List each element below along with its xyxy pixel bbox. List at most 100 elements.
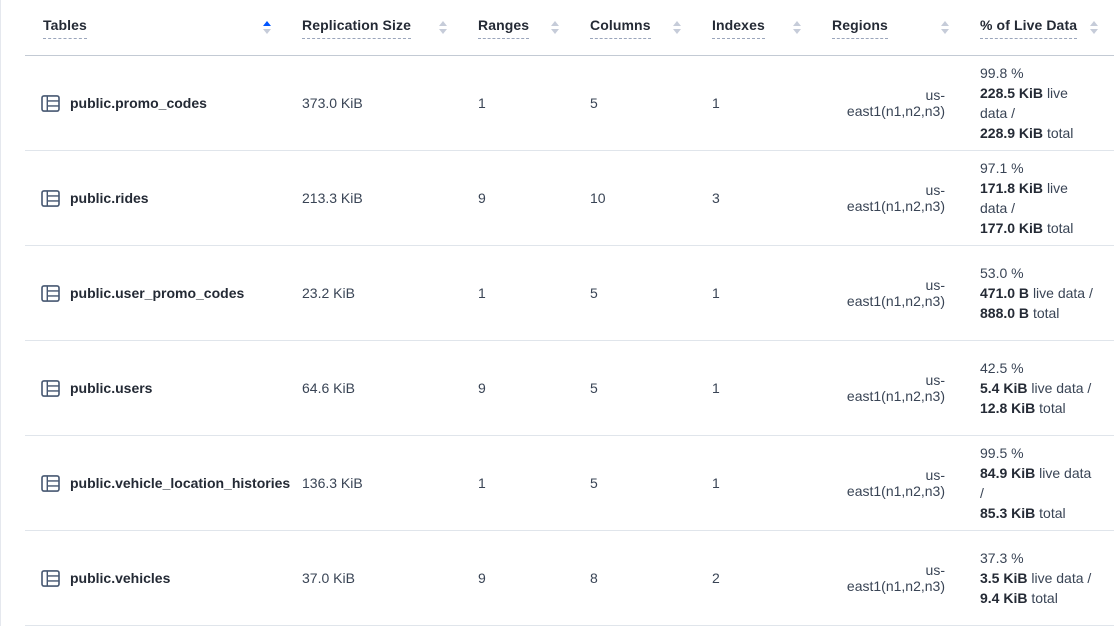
live-data-percent: 37.3 % — [980, 548, 1099, 568]
columns-cell: 10 — [575, 190, 697, 206]
live-data-percent: 99.8 % — [980, 63, 1099, 83]
columns-cell: 5 — [575, 380, 697, 396]
sort-asc-icon — [439, 21, 447, 26]
column-header-label: % of Live Data — [980, 17, 1077, 39]
replication-size-cell: 23.2 KiB — [287, 285, 463, 301]
sort-desc-icon — [793, 29, 801, 34]
table-name-link[interactable]: public.vehicle_location_histories — [70, 475, 290, 491]
table-name-cell: public.promo_codes — [25, 95, 287, 112]
live-data-line: 228.5 KiB live data / — [980, 83, 1099, 123]
table-name-link[interactable]: public.users — [70, 380, 152, 396]
column-header-indexes[interactable]: Indexes — [697, 0, 817, 55]
sort-desc-icon — [551, 29, 559, 34]
sort-desc-icon — [1090, 29, 1098, 34]
table-row: public.users 64.6 KiB 9 5 1 us-east1(n1,… — [25, 341, 1114, 436]
regions-cell: us-east1(n1,n2,n3) — [817, 372, 965, 404]
table-name-link[interactable]: public.promo_codes — [70, 95, 207, 111]
indexes-cell: 1 — [697, 95, 817, 111]
live-data-percent: 99.5 % — [980, 443, 1099, 463]
replication-size-cell: 37.0 KiB — [287, 570, 463, 586]
regions-cell: us-east1(n1,n2,n3) — [817, 87, 965, 119]
table-grid-icon — [41, 95, 60, 112]
replication-size-cell: 64.6 KiB — [287, 380, 463, 396]
sort-asc-icon — [551, 21, 559, 26]
table-row: public.rides 213.3 KiB 9 10 3 us-east1(n… — [25, 151, 1114, 246]
sort-arrows-icon — [439, 21, 447, 34]
table-name-link[interactable]: public.vehicles — [70, 570, 170, 586]
sort-arrows-icon — [1090, 21, 1098, 34]
total-data-line: 9.4 KiB total — [980, 588, 1099, 608]
indexes-cell: 1 — [697, 380, 817, 396]
total-data-line: 177.0 KiB total — [980, 218, 1099, 238]
column-header-replication-size[interactable]: Replication Size — [287, 0, 463, 55]
table-row: public.vehicles 37.0 KiB 9 8 2 us-east1(… — [25, 531, 1114, 626]
table-row: public.user_promo_codes 23.2 KiB 1 5 1 u… — [25, 246, 1114, 341]
ranges-cell: 1 — [463, 285, 575, 301]
total-data-line: 85.3 KiB total — [980, 503, 1099, 523]
columns-cell: 5 — [575, 95, 697, 111]
regions-cell: us-east1(n1,n2,n3) — [817, 562, 965, 594]
replication-size-cell: 213.3 KiB — [287, 190, 463, 206]
table-name-cell: public.vehicles — [25, 570, 287, 587]
replication-size-cell: 136.3 KiB — [287, 475, 463, 491]
sort-asc-icon — [263, 21, 271, 26]
sort-arrows-icon — [263, 21, 271, 34]
live-data-line: 5.4 KiB live data / — [980, 378, 1099, 398]
sort-asc-icon — [793, 21, 801, 26]
indexes-cell: 2 — [697, 570, 817, 586]
sort-arrows-icon — [673, 21, 681, 34]
column-header--of-live-data[interactable]: % of Live Data — [965, 0, 1114, 55]
total-data-line: 12.8 KiB total — [980, 398, 1099, 418]
indexes-cell: 1 — [697, 285, 817, 301]
columns-cell: 5 — [575, 475, 697, 491]
sort-desc-icon — [673, 29, 681, 34]
table-grid-icon — [41, 285, 60, 302]
column-header-ranges[interactable]: Ranges — [463, 0, 575, 55]
ranges-cell: 1 — [463, 95, 575, 111]
total-data-line: 888.0 B total — [980, 303, 1099, 323]
indexes-cell: 3 — [697, 190, 817, 206]
column-header-label: Columns — [590, 17, 651, 39]
column-header-tables[interactable]: Tables — [25, 0, 287, 55]
live-data-percent: 53.0 % — [980, 263, 1099, 283]
table-name-link[interactable]: public.user_promo_codes — [70, 285, 244, 301]
sort-desc-icon — [263, 29, 271, 34]
column-header-columns[interactable]: Columns — [575, 0, 697, 55]
table-name-cell: public.user_promo_codes — [25, 285, 287, 302]
live-data-percent: 42.5 % — [980, 358, 1099, 378]
live-data-line: 471.0 B live data / — [980, 283, 1099, 303]
column-header-label: Replication Size — [302, 17, 411, 39]
live-data-cell: 37.3 % 3.5 KiB live data / 9.4 KiB total — [965, 548, 1114, 608]
columns-cell: 5 — [575, 285, 697, 301]
column-header-regions[interactable]: Regions — [817, 0, 965, 55]
table-row: public.vehicle_location_histories 136.3 … — [25, 436, 1114, 531]
sort-desc-icon — [941, 29, 949, 34]
column-header-label: Regions — [832, 17, 888, 39]
table-grid-icon — [41, 475, 60, 492]
replication-size-cell: 373.0 KiB — [287, 95, 463, 111]
table-name-cell: public.rides — [25, 190, 287, 207]
table-grid-icon — [41, 190, 60, 207]
sort-desc-icon — [439, 29, 447, 34]
regions-cell: us-east1(n1,n2,n3) — [817, 182, 965, 214]
table-name-cell: public.vehicle_location_histories — [25, 475, 287, 492]
table-name-cell: public.users — [25, 380, 287, 397]
live-data-cell: 53.0 % 471.0 B live data / 888.0 B total — [965, 263, 1114, 323]
table-name-link[interactable]: public.rides — [70, 190, 149, 206]
live-data-cell: 99.5 % 84.9 KiB live data / 85.3 KiB tot… — [965, 443, 1114, 523]
ranges-cell: 9 — [463, 380, 575, 396]
ranges-cell: 1 — [463, 475, 575, 491]
sort-arrows-icon — [551, 21, 559, 34]
table-grid-icon — [41, 380, 60, 397]
table-row: public.promo_codes 373.0 KiB 1 5 1 us-ea… — [25, 56, 1114, 151]
live-data-percent: 97.1 % — [980, 158, 1099, 178]
indexes-cell: 1 — [697, 475, 817, 491]
live-data-line: 171.8 KiB live data / — [980, 178, 1099, 218]
column-header-label: Tables — [43, 17, 87, 39]
column-header-label: Ranges — [478, 17, 529, 39]
table-grid-icon — [41, 570, 60, 587]
live-data-cell: 99.8 % 228.5 KiB live data / 228.9 KiB t… — [965, 63, 1114, 143]
table-header-row: Tables Replication Size Ranges Columns I… — [25, 0, 1114, 56]
sort-asc-icon — [941, 21, 949, 26]
total-data-line: 228.9 KiB total — [980, 123, 1099, 143]
